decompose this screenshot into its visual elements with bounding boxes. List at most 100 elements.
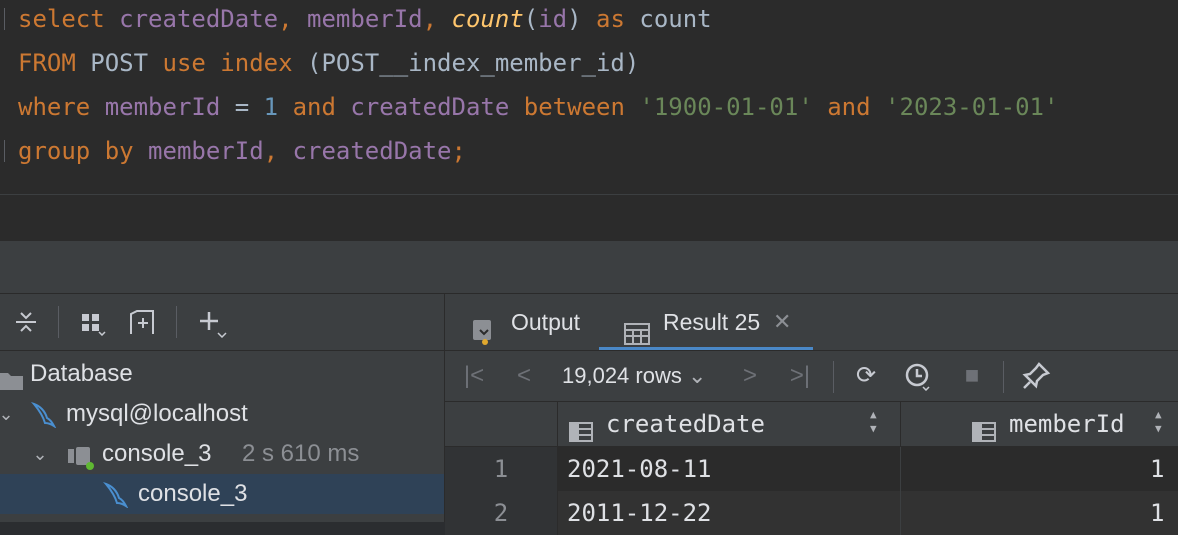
add-icon[interactable] — [196, 308, 227, 339]
console-icon — [66, 444, 94, 470]
code-token: , — [278, 5, 308, 33]
toolbar-separator — [58, 306, 59, 338]
code-token: = — [220, 93, 264, 121]
code-line-3[interactable]: where memberId = 1 and createdDate betwe… — [18, 88, 1058, 132]
grid-header: createdDate ▲ ▼ memberId ▲ ▼ — [445, 402, 1178, 447]
code-token: memberId — [148, 137, 264, 165]
tab-output-label: Output — [511, 309, 581, 335]
code-token: createdDate — [292, 137, 452, 165]
code-token: (POST__index_member_id) — [292, 49, 640, 77]
code-line-2[interactable]: FROM POST use index (POST__index_member_… — [18, 44, 639, 88]
toolbar-separator — [176, 306, 177, 338]
fold-marker[interactable] — [0, 8, 12, 30]
tab-result[interactable]: Result 25 ✕ — [599, 294, 813, 350]
code-token: createdDate — [350, 93, 510, 121]
table-row[interactable]: 2 2011-12-22 1 — [445, 491, 1178, 535]
column-divider — [900, 491, 901, 535]
cell-createddate[interactable]: 2021-08-11 — [567, 447, 712, 491]
rows-count[interactable]: 19,024 rows ⌄ — [562, 351, 706, 401]
toolbar-separator — [1003, 361, 1004, 393]
tree-item-console[interactable]: ⌄ console_3 2 s 610 ms — [0, 434, 444, 474]
tool-window-header — [0, 241, 1178, 294]
code-token: as — [596, 5, 625, 33]
code-token: and — [292, 93, 336, 121]
code-token: ) — [567, 5, 597, 33]
tree-item-label: console_3 — [138, 480, 248, 507]
code-token: count — [451, 5, 524, 33]
table-row[interactable]: 1 2021-08-11 1 — [445, 447, 1178, 491]
tree-item-database[interactable]: Database — [0, 354, 444, 394]
last-page-icon[interactable]: >| — [785, 361, 815, 391]
tree-item-connection[interactable]: ⌄ mysql@localhost — [0, 394, 444, 434]
column-header-label: memberId — [1009, 410, 1125, 438]
chevron-down-icon[interactable]: ⌄ — [30, 434, 50, 474]
chevron-down-icon[interactable]: ⌄ — [0, 394, 16, 434]
mysql-dolphin-icon — [30, 400, 57, 429]
stop-icon[interactable]: ■ — [957, 361, 987, 391]
rows-count-label: 19,024 rows — [562, 363, 682, 388]
code-token: ; — [451, 137, 466, 165]
first-page-icon[interactable]: |< — [459, 361, 489, 391]
mysql-dolphin-icon — [102, 480, 129, 509]
previous-page-icon[interactable]: < — [509, 361, 539, 391]
next-page-icon[interactable]: > — [735, 361, 765, 391]
code-token: where — [18, 93, 91, 121]
sql-editor[interactable]: select createdDate, memberId, count(id) … — [0, 0, 1178, 195]
code-token: ( — [523, 5, 539, 33]
pin-icon[interactable] — [1021, 361, 1051, 391]
code-line-4[interactable]: group by memberId, createdDate; — [18, 132, 466, 176]
row-number: 1 — [445, 447, 558, 491]
column-header-createddate[interactable]: createdDate ▲ ▼ — [558, 402, 901, 446]
code-token: '1900-01-01' — [639, 93, 813, 121]
code-token: memberId — [307, 5, 423, 33]
tree-item-console-child[interactable]: console_3 — [0, 474, 444, 514]
tree-item-label: console_3 — [102, 440, 212, 467]
code-token: and — [827, 93, 871, 121]
sort-up-icon: ▲ — [870, 408, 877, 421]
grid-corner — [445, 402, 558, 446]
add-query-console-icon[interactable] — [128, 308, 156, 336]
column-header-memberid[interactable]: memberId ▲ ▼ — [901, 402, 1178, 446]
code-token: use index — [162, 49, 293, 77]
sort-down-icon: ▼ — [870, 422, 877, 435]
tab-output[interactable]: Output — [471, 294, 583, 350]
group-icon[interactable] — [78, 308, 106, 337]
cell-memberid[interactable]: 1 — [1150, 491, 1164, 535]
results-panel: Output Result 25 ✕ |< < 19,024 rows ⌄ > … — [445, 294, 1178, 535]
code-token: '2023-01-01' — [885, 93, 1059, 121]
cell-memberid[interactable]: 1 — [1150, 447, 1164, 491]
cell-createddate[interactable]: 2011-12-22 — [567, 491, 712, 535]
tab-result-label: Result 25 — [663, 309, 761, 335]
code-token: select — [18, 5, 105, 33]
code-token: memberId — [104, 93, 221, 121]
code-line-1[interactable]: select createdDate, memberId, count(id) … — [18, 0, 712, 44]
output-icon — [471, 310, 497, 345]
tree-item-label: mysql@localhost — [66, 400, 248, 427]
code-token: 1 — [263, 93, 279, 121]
history-icon[interactable] — [903, 361, 933, 392]
refresh-icon[interactable]: ⟳ — [851, 361, 881, 391]
database-toolbar — [0, 294, 444, 351]
folder-icon — [0, 364, 24, 390]
code-token: createdDate — [119, 5, 279, 33]
code-token: FROM — [18, 49, 76, 77]
row-number: 2 — [445, 491, 558, 535]
results-tabs: Output Result 25 ✕ — [445, 294, 1178, 351]
fold-marker[interactable] — [0, 140, 12, 162]
code-token: , — [263, 137, 293, 165]
code-token: between — [523, 93, 625, 121]
sort-down-icon: ▼ — [1155, 422, 1162, 435]
collapse-all-icon[interactable] — [12, 308, 40, 336]
table-icon — [623, 310, 650, 345]
database-panel: Database ⌄ mysql@localhost ⌄ console_3 2… — [0, 294, 445, 522]
code-token: count — [624, 5, 712, 33]
close-icon[interactable]: ✕ — [773, 294, 791, 350]
